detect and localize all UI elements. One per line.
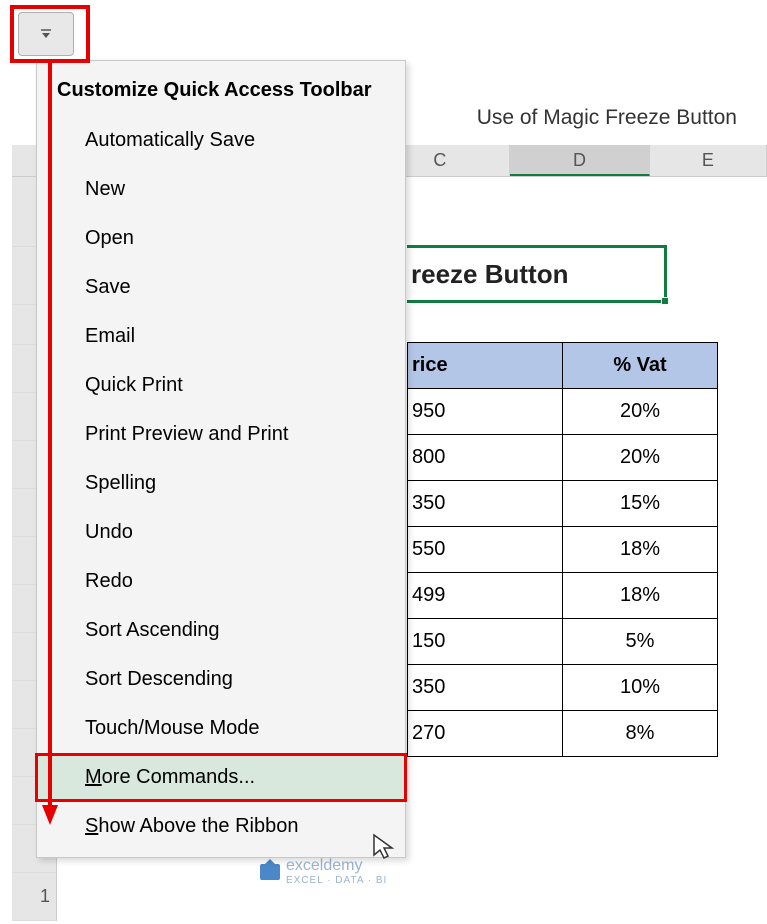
- cell-price[interactable]: 550: [408, 527, 563, 573]
- cell-vat[interactable]: 18%: [563, 573, 718, 619]
- qat-dropdown-menu: Customize Quick Access Toolbar Automatic…: [36, 60, 406, 858]
- cell-vat[interactable]: 5%: [563, 619, 718, 665]
- menu-item-autosave[interactable]: Automatically Save: [37, 116, 405, 165]
- menu-item-print-preview[interactable]: Print Preview and Print: [37, 410, 405, 459]
- cell-vat[interactable]: 18%: [563, 527, 718, 573]
- qat-customize-button[interactable]: [18, 12, 74, 56]
- cell-price[interactable]: 800: [408, 435, 563, 481]
- table-row: 80020%: [408, 435, 718, 481]
- cell-vat[interactable]: 10%: [563, 665, 718, 711]
- menu-item-open[interactable]: Open: [37, 214, 405, 263]
- table-row: 55018%: [408, 527, 718, 573]
- menu-item-touch-mouse[interactable]: Touch/Mouse Mode: [37, 704, 405, 753]
- menu-item-more-commands[interactable]: More Commands...: [37, 753, 405, 802]
- cell-vat[interactable]: 8%: [563, 711, 718, 757]
- watermark: exceldemy EXCEL · DATA · BI: [260, 857, 387, 886]
- cell-price[interactable]: 350: [408, 481, 563, 527]
- menu-item-new[interactable]: New: [37, 165, 405, 214]
- col-header-e[interactable]: E: [650, 145, 767, 176]
- menu-item-text: ore Commands...: [102, 766, 255, 788]
- table-row: 49918%: [408, 573, 718, 619]
- menu-item-quick-print[interactable]: Quick Print: [37, 361, 405, 410]
- watermark-logo-icon: [260, 864, 280, 880]
- menu-item-sort-asc[interactable]: Sort Ascending: [37, 606, 405, 655]
- row-header[interactable]: 1: [12, 873, 57, 921]
- table-row: 35015%: [408, 481, 718, 527]
- data-table: rice % Vat 95020% 80020% 35015% 55018% 4…: [407, 342, 718, 757]
- menu-item-save[interactable]: Save: [37, 263, 405, 312]
- table-header-row: rice % Vat: [408, 343, 718, 389]
- cell-price[interactable]: 950: [408, 389, 563, 435]
- accelerator-char: S: [85, 815, 98, 837]
- menu-item-email[interactable]: Email: [37, 312, 405, 361]
- accelerator-char: M: [85, 766, 102, 788]
- table-row: 95020%: [408, 389, 718, 435]
- cell-price[interactable]: 499: [408, 573, 563, 619]
- col-header-d[interactable]: D: [510, 145, 650, 176]
- table-row: 1505%: [408, 619, 718, 665]
- header-vat[interactable]: % Vat: [563, 343, 718, 389]
- cell-price[interactable]: 270: [408, 711, 563, 757]
- header-price[interactable]: rice: [408, 343, 563, 389]
- merged-title-cell[interactable]: reeze Button: [407, 245, 667, 303]
- menu-item-spelling[interactable]: Spelling: [37, 459, 405, 508]
- menu-item-text: how Above the Ribbon: [98, 815, 298, 837]
- menu-item-undo[interactable]: Undo: [37, 508, 405, 557]
- title-cell-text: reeze Button: [411, 259, 568, 290]
- menu-item-redo[interactable]: Redo: [37, 557, 405, 606]
- cell-price[interactable]: 350: [408, 665, 563, 711]
- dropdown-title: Customize Quick Access Toolbar: [37, 61, 405, 116]
- menu-item-show-above-ribbon[interactable]: Show Above the Ribbon: [37, 802, 405, 851]
- cell-vat[interactable]: 20%: [563, 389, 718, 435]
- watermark-tagline: EXCEL · DATA · BI: [286, 875, 387, 886]
- table-row: 2708%: [408, 711, 718, 757]
- menu-item-sort-desc[interactable]: Sort Descending: [37, 655, 405, 704]
- cell-vat[interactable]: 15%: [563, 481, 718, 527]
- cell-vat[interactable]: 20%: [563, 435, 718, 481]
- cell-price[interactable]: 150: [408, 619, 563, 665]
- table-row: 35010%: [408, 665, 718, 711]
- watermark-brand: exceldemy: [286, 857, 387, 875]
- fill-handle[interactable]: [661, 297, 669, 305]
- dropdown-caret-icon: [39, 27, 53, 41]
